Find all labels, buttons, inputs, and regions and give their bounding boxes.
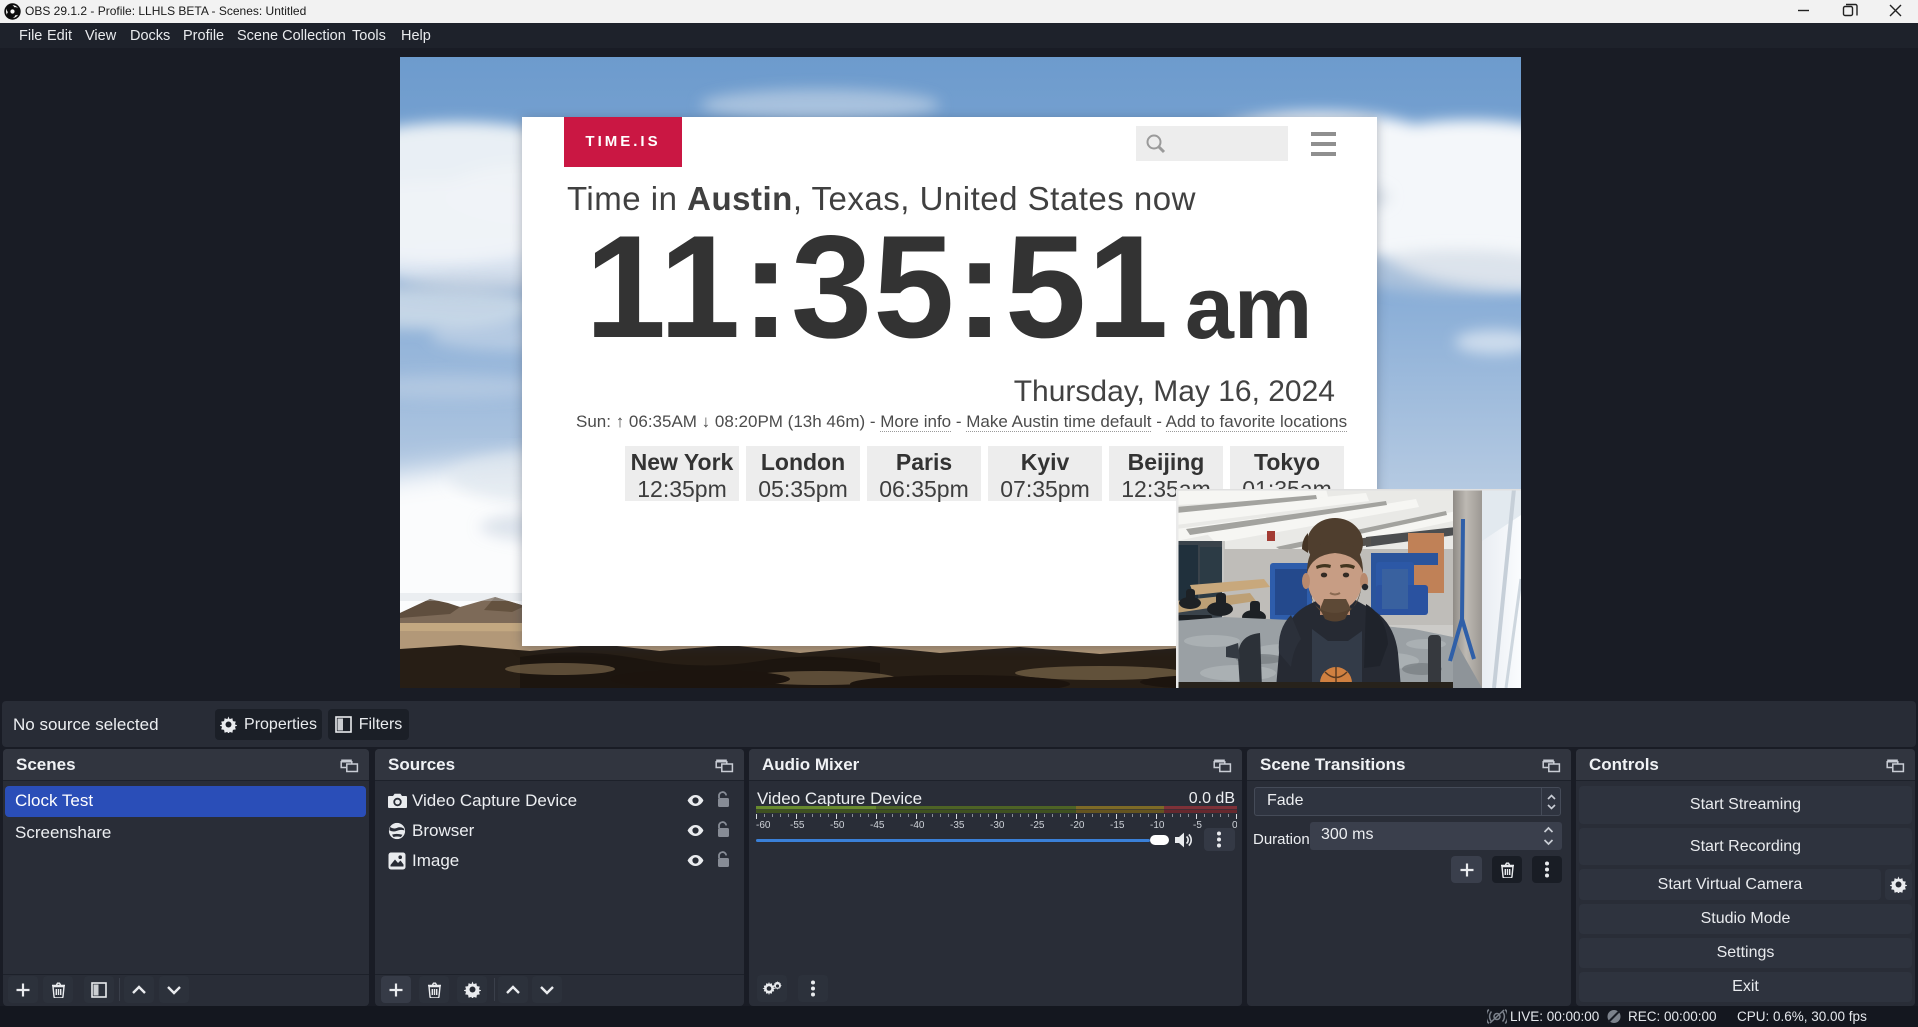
svg-text:-10: -10 (1150, 820, 1165, 828)
svg-text:-55: -55 (790, 820, 805, 828)
svg-text:-15: -15 (1110, 820, 1125, 828)
svg-text:-20: -20 (1070, 820, 1085, 828)
svg-text:-25: -25 (1030, 820, 1045, 828)
svg-text:0: 0 (1232, 820, 1237, 828)
svg-text:-35: -35 (950, 820, 965, 828)
svg-text:-45: -45 (870, 820, 885, 828)
svg-text:-5: -5 (1193, 820, 1202, 828)
svg-text:-30: -30 (990, 820, 1005, 828)
svg-text:-50: -50 (830, 820, 845, 828)
svg-text:-60: -60 (756, 820, 771, 828)
svg-text:-40: -40 (910, 820, 925, 828)
